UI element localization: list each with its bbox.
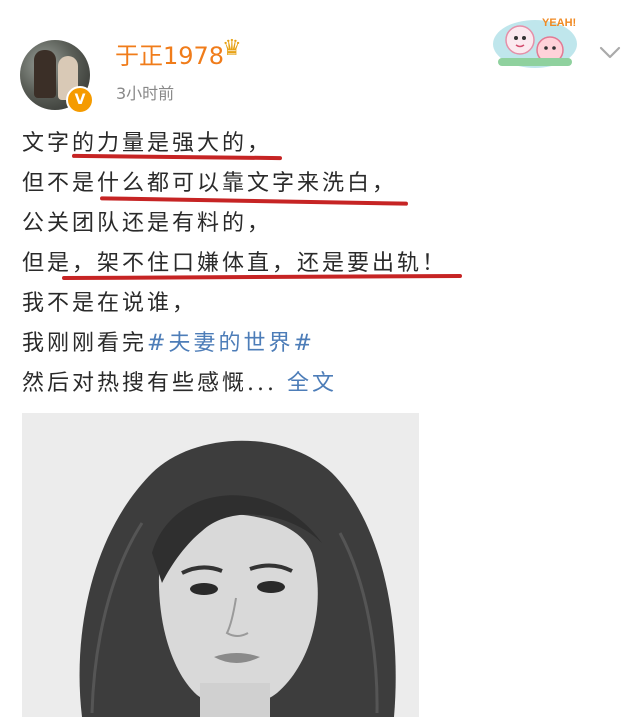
verified-badge-icon: V bbox=[66, 86, 94, 114]
chevron-down-icon[interactable] bbox=[598, 40, 622, 64]
sticker-text: YEAH! bbox=[542, 17, 576, 29]
post-line-text: 然后对热搜有些感慨... bbox=[22, 371, 277, 396]
username[interactable]: 于正1978 bbox=[115, 36, 224, 71]
post-photo[interactable] bbox=[22, 413, 419, 717]
post-line: 我不是在说谁， bbox=[22, 291, 198, 316]
post-line: 然后对热搜有些感慨... 全文 bbox=[22, 364, 622, 404]
post-line: 我刚刚看完#夫妻的世界# bbox=[22, 324, 622, 364]
post-text: 文字的力量是强大的， 但不是什么都可以靠文字来洗白， 公关团队还是有料的， 但是… bbox=[22, 124, 622, 404]
crown-icon: ♛ bbox=[222, 36, 242, 61]
expand-full-text-link[interactable]: 全文 bbox=[287, 371, 337, 396]
topic-hashtag-link[interactable]: #夫妻的世界# bbox=[147, 331, 315, 356]
post-line: 公关团队还是有料的， bbox=[22, 211, 273, 236]
sticker-decoration-icon: YEAH! bbox=[493, 17, 577, 68]
post-line-text: 我刚刚看完 bbox=[22, 331, 148, 356]
weibo-post: V 于正1978 ♛ 3小时前 YEAH! 文字的力量是强大的， 但不是什么都可… bbox=[0, 0, 640, 717]
post-timestamp: 3小时前 bbox=[116, 84, 175, 103]
avatar-figure bbox=[34, 50, 56, 98]
